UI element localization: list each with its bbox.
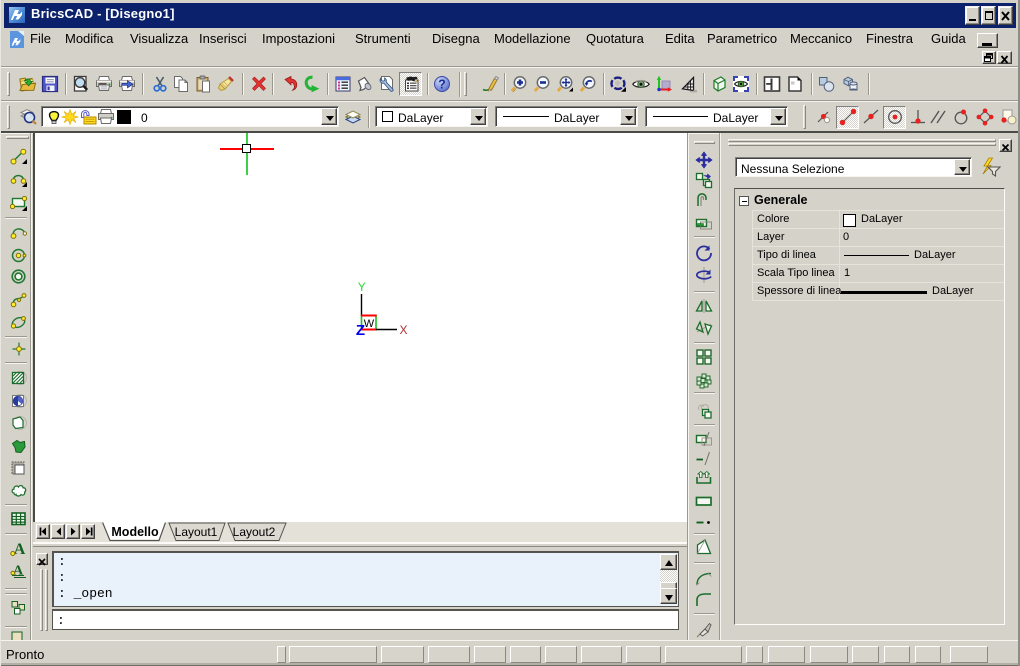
- svg-text:Modello: Modello: [111, 525, 159, 539]
- svg-text:?: ?: [438, 78, 446, 92]
- svg-text:A: A: [13, 564, 24, 579]
- svg-text:Y: Y: [358, 280, 366, 294]
- svg-text:Layout1: Layout1: [175, 525, 218, 539]
- svg-text:X: X: [399, 323, 407, 337]
- svg-text:Layout2: Layout2: [233, 525, 276, 539]
- svg-text:A: A: [14, 541, 26, 558]
- svg-text:Z: Z: [356, 322, 365, 339]
- svg-text:W: W: [364, 318, 375, 330]
